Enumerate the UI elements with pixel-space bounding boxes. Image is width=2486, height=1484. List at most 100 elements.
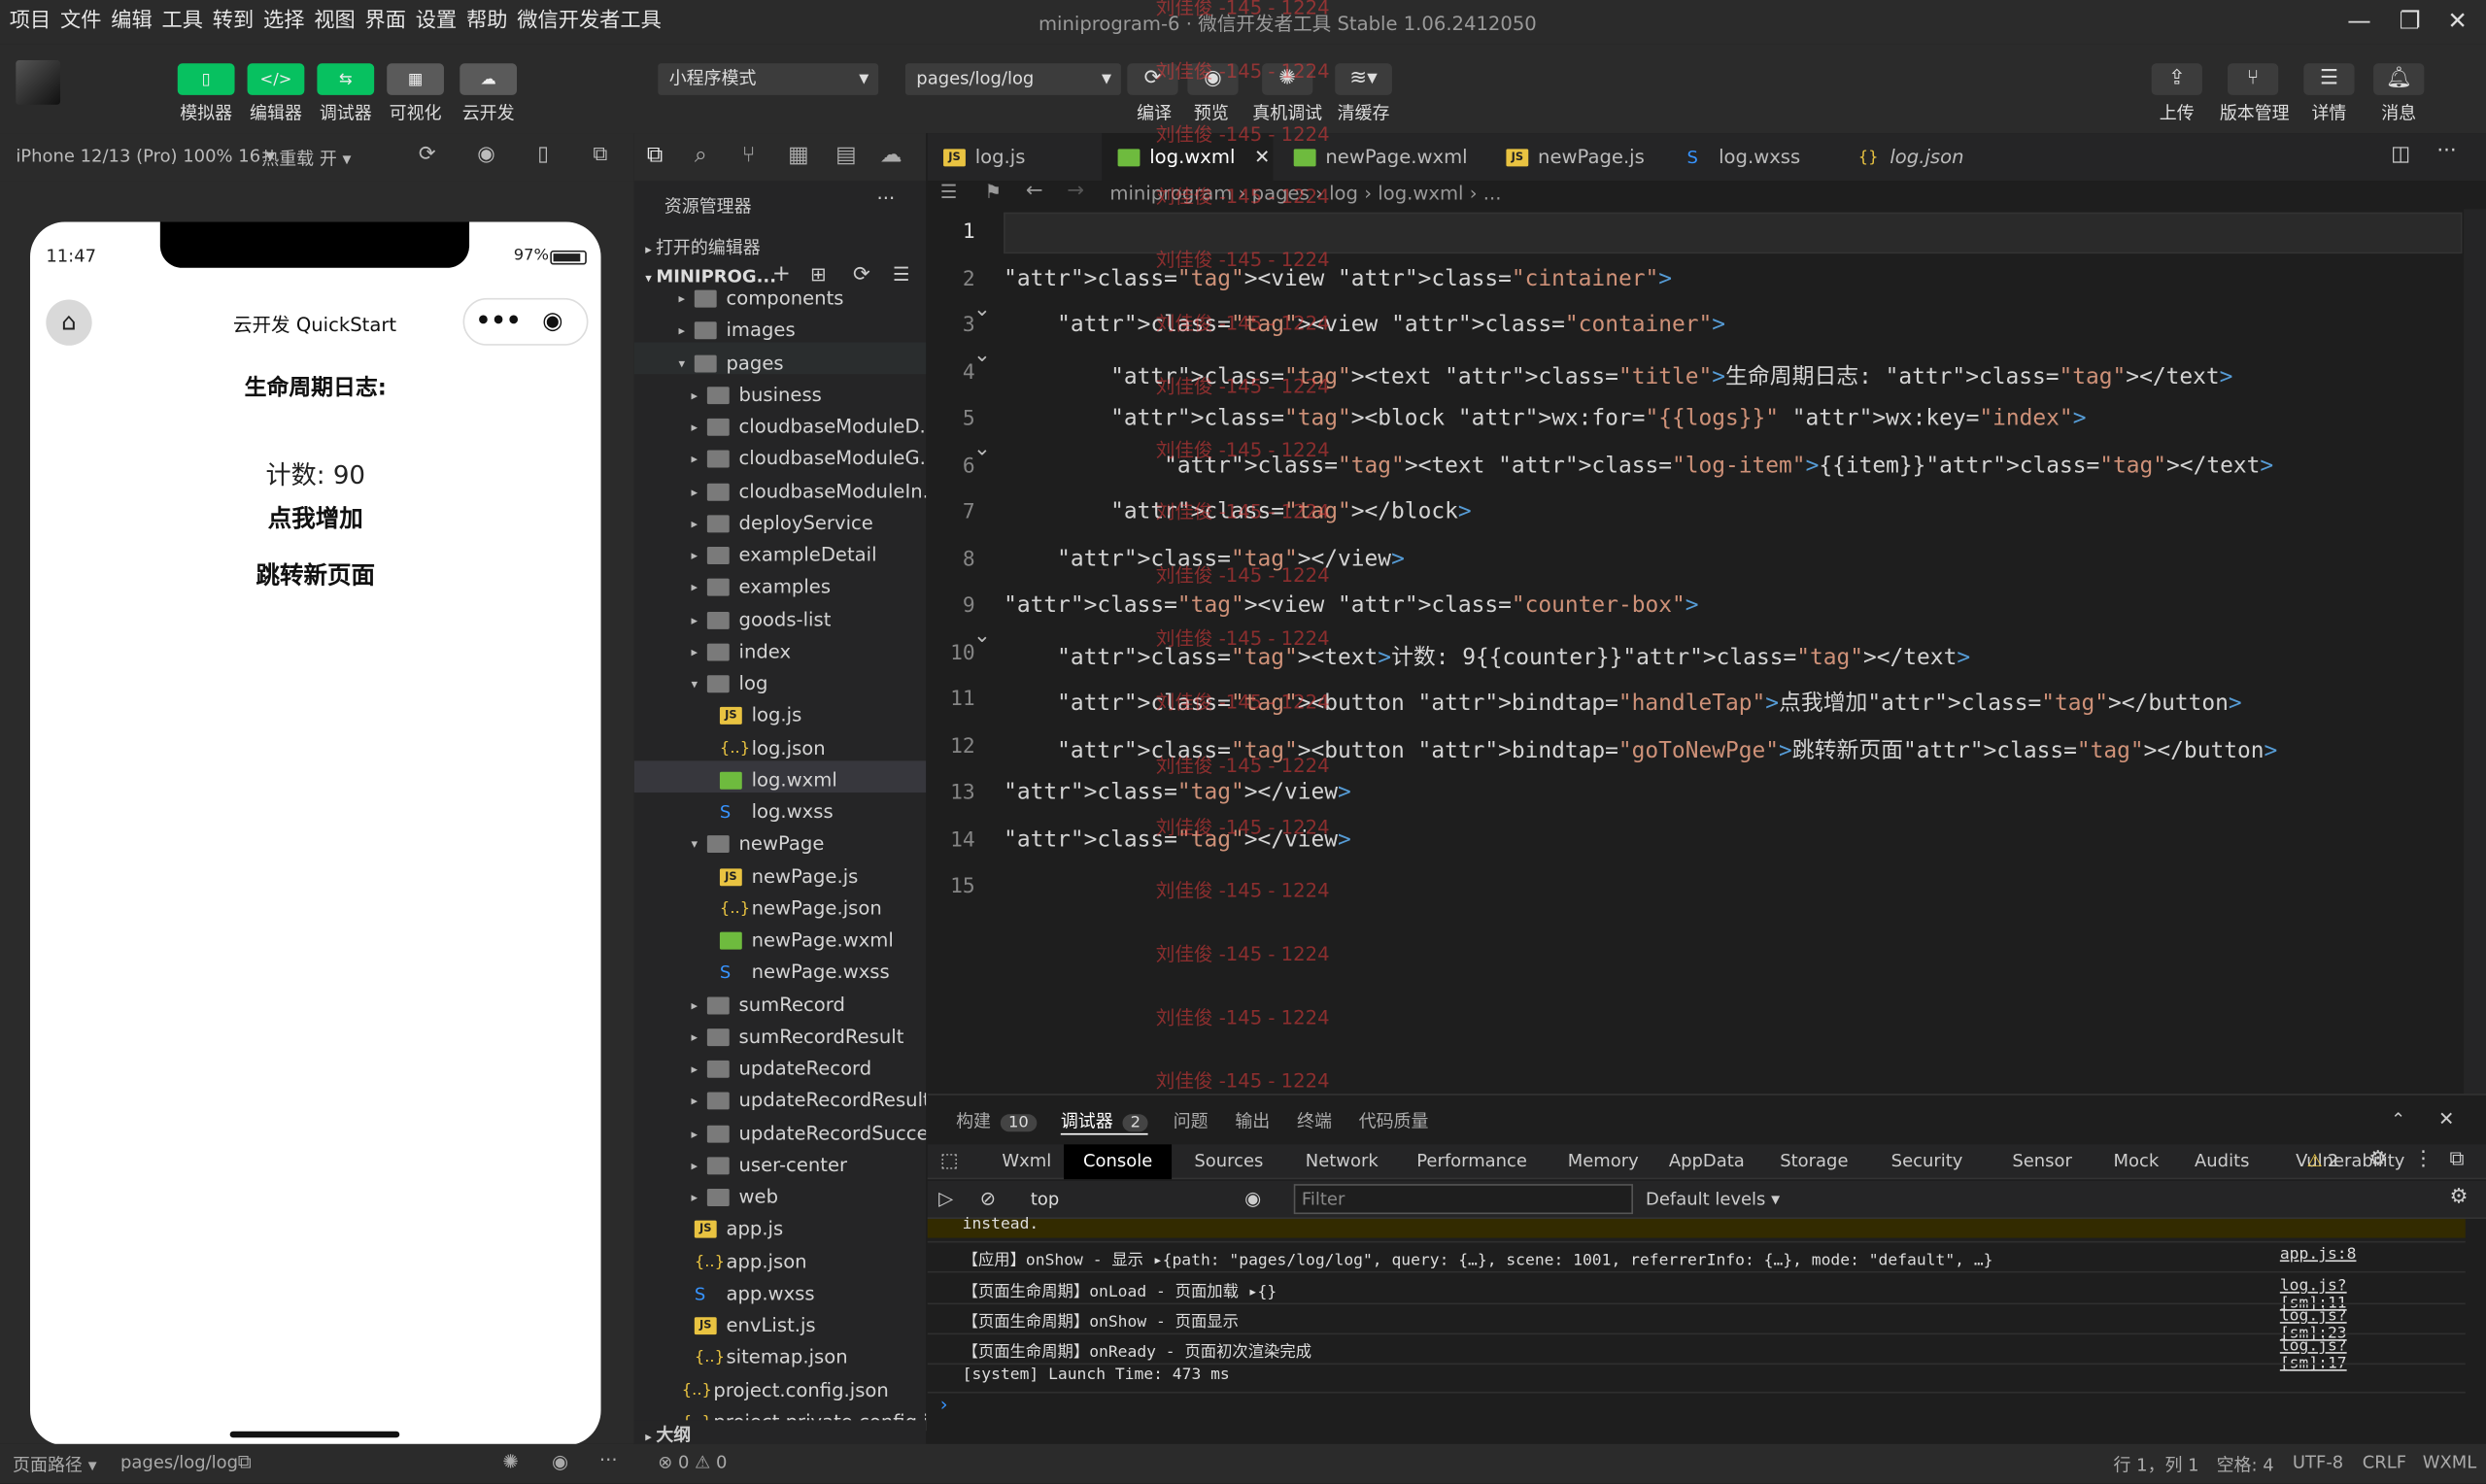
back-icon[interactable]: ← (1026, 179, 1043, 202)
chevron-right-icon[interactable]: ▸ (692, 380, 698, 412)
tree-item-folder[interactable]: ▸ sumRecordResult (634, 1021, 926, 1053)
tree-item-wxml[interactable]: newPage.wxml (634, 924, 926, 956)
new-page-button[interactable]: 跳转新页面 (30, 557, 601, 590)
tree-item-json[interactable]: {..} app.json (634, 1245, 926, 1277)
cursor-position[interactable]: 行 1，列 1 (2113, 1452, 2198, 1477)
compile-page-select[interactable]: pages/log/log ▼ (904, 63, 1121, 95)
editor-scrollbar[interactable] (2464, 209, 2486, 1095)
more-icon[interactable]: ••• (476, 306, 522, 334)
tree-item-folder[interactable]: ▸ exampleDetail (634, 539, 926, 571)
menu-item[interactable]: 文件 (60, 0, 101, 45)
menu-item[interactable]: 项目 (10, 0, 51, 45)
tree-item-folder[interactable]: ▸ updateRecord (634, 1053, 926, 1085)
phone-icon[interactable]: ▯ (537, 143, 549, 166)
chevron-right-icon[interactable]: ▸ (692, 444, 698, 476)
menu-item[interactable]: 设置 (416, 0, 457, 45)
chevron-right-icon[interactable]: ▸ (692, 1086, 698, 1118)
status-more-icon[interactable]: ··· (599, 1449, 618, 1471)
editor-tab[interactable]: JS newPage.js (1490, 133, 1668, 181)
close-window-icon[interactable]: ✕ (2441, 7, 2473, 35)
devtools-tab[interactable]: Audits (2175, 1144, 2268, 1179)
tree-item-folder[interactable]: ▸ business (634, 379, 926, 411)
breadcrumb-item[interactable]: log (1329, 183, 1358, 205)
devtools-tab[interactable]: AppData (1650, 1144, 1763, 1179)
stop-icon[interactable]: ◉ (477, 143, 495, 166)
tree-item-json[interactable]: {..} sitemap.json (634, 1341, 926, 1373)
chevron-right-icon[interactable]: ▸ (692, 412, 698, 444)
split-editor-icon[interactable]: ◫ (2391, 143, 2410, 166)
sidebar-toggle-icon[interactable]: ▷ (938, 1187, 953, 1209)
chevron-right-icon[interactable]: ▸ (692, 605, 698, 637)
chevron-right-icon[interactable]: ▸ (679, 316, 686, 348)
page-path-select[interactable]: 页面路径 ▾ (13, 1452, 97, 1477)
menu-item[interactable]: 视图 (314, 0, 355, 45)
increase-button[interactable]: 点我增加 (30, 501, 601, 534)
devtools-tab[interactable]: Security (1872, 1144, 1982, 1179)
tree-item-folder[interactable]: ▸ examples (634, 571, 926, 603)
close-tab-icon[interactable]: ✕ (1254, 146, 1270, 168)
devtools-tab[interactable]: Mock (2094, 1144, 2178, 1179)
menu-item[interactable]: 工具 (162, 0, 203, 45)
tree-item-js[interactable]: JS envList.js (634, 1309, 926, 1341)
tree-item-folder[interactable]: ▸ cloudbaseModuleIn... (634, 475, 927, 508)
devtools-tab[interactable]: Sensor (1993, 1144, 2092, 1179)
menu-item[interactable]: 选择 (263, 0, 304, 45)
eye-icon[interactable]: ◉ (1244, 1187, 1261, 1209)
chevron-down-icon[interactable]: ▾ (692, 669, 698, 701)
bookmark-icon[interactable]: ⚑ (984, 181, 1002, 203)
tree-item-js[interactable]: JS app.js (634, 1213, 926, 1245)
language-mode[interactable]: WXML (2423, 1452, 2477, 1472)
tree-item-js[interactable]: JS log.js (634, 699, 926, 731)
tree-item-folder[interactable]: ▸ web (634, 1181, 926, 1213)
chevron-right-icon[interactable]: ▸ (692, 1022, 698, 1054)
chevron-right-icon[interactable]: ▸ (692, 1182, 698, 1214)
tree-item-js[interactable]: JS newPage.js (634, 860, 926, 892)
tree-item-folder[interactable]: ▸ cloudbaseModuleG... (634, 443, 927, 476)
hot-reload-toggle[interactable]: 热重载 开 ▾ (261, 146, 351, 171)
fold-chevron-icon[interactable]: ⌄ (973, 344, 991, 367)
details-icon[interactable]: ☰ (2303, 63, 2355, 95)
tree-item-folder[interactable]: ▾ newPage (634, 827, 926, 860)
close-capsule-icon[interactable]: ◉ (542, 306, 562, 334)
device-select[interactable]: iPhone 12/13 (Pro) 100% 16 ▾ (16, 146, 275, 166)
dock-icon[interactable]: ⧉ (2449, 1148, 2464, 1171)
chevron-right-icon[interactable]: ▸ (692, 1150, 698, 1182)
devtools-tab[interactable]: Storage (1761, 1144, 1867, 1179)
chevron-right-icon[interactable]: ▸ (692, 637, 698, 669)
minimize-icon[interactable]: — (2343, 7, 2375, 35)
editor-tab[interactable]: {} log.json (1842, 133, 2013, 181)
avatar[interactable] (16, 60, 61, 105)
chevron-right-icon[interactable]: ▸ (692, 508, 698, 540)
menu-item[interactable]: 编辑 (111, 0, 152, 45)
panel-tab[interactable]: 代码质量 (1359, 1108, 1429, 1133)
tree-item-json[interactable]: {..} log.json (634, 731, 926, 763)
tree-item-wxml[interactable]: log.wxml (634, 763, 926, 795)
chevron-right-icon[interactable]: ▸ (692, 1118, 698, 1150)
chevron-right-icon[interactable]: ▸ (692, 573, 698, 605)
devtools-tab[interactable]: Performance (1398, 1144, 1547, 1179)
tree-item-folder[interactable]: ▸ components (634, 282, 926, 314)
upload-icon[interactable]: ⇪ (2151, 63, 2202, 95)
simulator-toggle-icon[interactable]: ▯ (177, 63, 235, 95)
tree-item-json[interactable]: {..} newPage.json (634, 892, 926, 924)
popout-icon[interactable]: ⧉ (593, 143, 607, 166)
bug-icon[interactable]: ✺ (502, 1450, 518, 1472)
encoding[interactable]: UTF-8 (2293, 1452, 2343, 1472)
visual-toggle-icon[interactable]: ▦ (387, 63, 444, 95)
tree-item-folder[interactable]: ▸ index (634, 635, 926, 667)
inspect-icon[interactable]: ⬚ (940, 1149, 959, 1171)
tree-item-wxss[interactable]: Slog.wxss (634, 795, 926, 827)
tree-item-folder[interactable]: ▸ goods-list (634, 603, 926, 635)
editor-more-icon[interactable]: ··· (2436, 140, 2456, 163)
refresh-icon[interactable]: ⟳ (419, 143, 436, 166)
menu-item[interactable]: 转到 (213, 0, 254, 45)
editor-toggle-icon[interactable]: </> (247, 63, 305, 95)
console-settings-icon[interactable]: ⚙ (2449, 1186, 2468, 1209)
breadcrumb-item[interactable]: ... (1483, 183, 1502, 205)
chevron-right-icon[interactable]: ▸ (692, 1054, 698, 1086)
message-icon[interactable]: 🔔︎ (2373, 63, 2425, 95)
devtools-tab[interactable]: Vulnerability (2277, 1144, 2424, 1179)
menu-item[interactable]: 帮助 (466, 0, 507, 45)
panel-tab[interactable]: 输出 (1235, 1108, 1270, 1133)
chevron-right-icon[interactable]: ▸ (692, 476, 698, 508)
